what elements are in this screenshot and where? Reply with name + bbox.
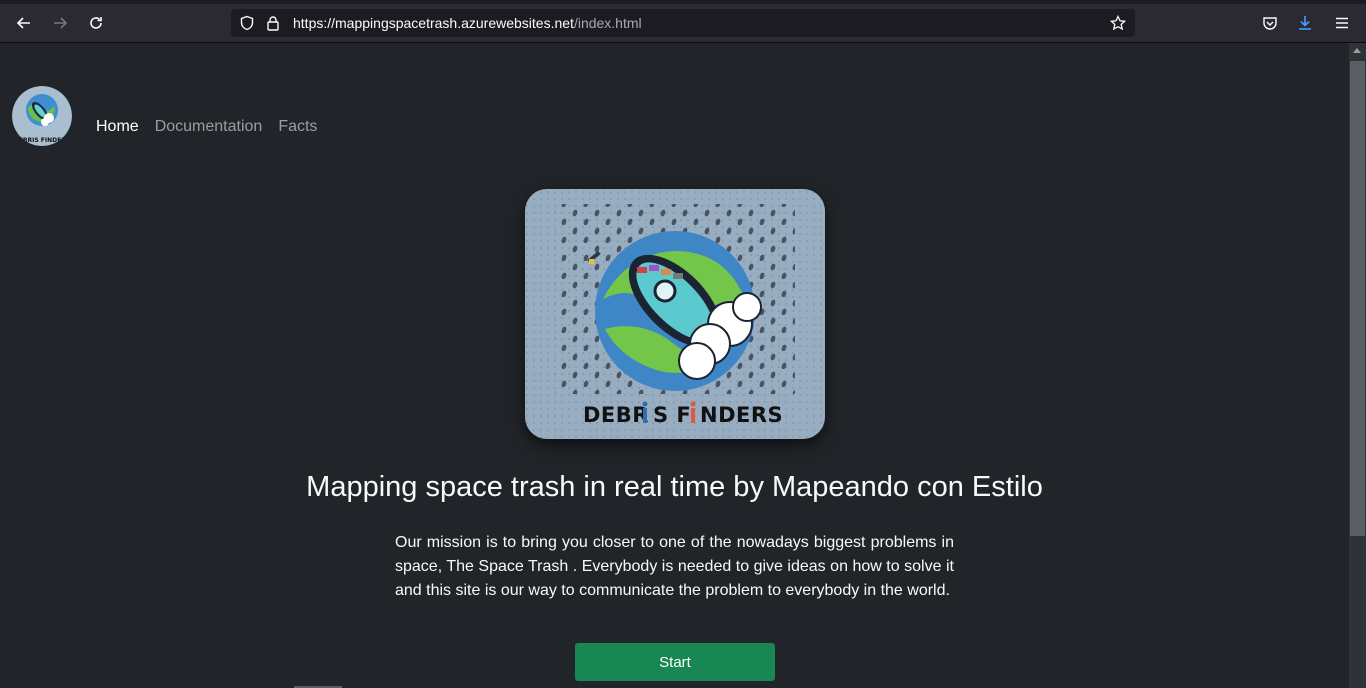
nav-facts[interactable]: Facts [278, 117, 317, 137]
logo-word-mid: S F [653, 403, 691, 427]
svg-text:DEBRIS FINDERS: DEBRIS FINDERS [14, 137, 70, 144]
main-nav: Home Documentation Facts [96, 117, 333, 137]
forward-icon[interactable] [47, 11, 73, 35]
mission-text: Our mission is to bring you closer to on… [395, 534, 954, 599]
page-scrollbar[interactable] [1349, 43, 1366, 688]
url-text[interactable]: https://mappingspacetrash.azurewebsites.… [293, 9, 642, 37]
address-bar[interactable]: https://mappingspacetrash.azurewebsites.… [231, 9, 1135, 37]
hero-title: Mapping space trash in real time by Mape… [306, 471, 1043, 503]
back-icon[interactable] [11, 11, 37, 35]
menu-icon[interactable] [1329, 11, 1355, 35]
shield-icon[interactable] [239, 15, 255, 35]
reload-icon[interactable] [83, 11, 109, 35]
debris-finders-logo: DEBR S F NDERS [525, 189, 825, 439]
logo-word-left: DEBR [583, 403, 649, 427]
brand-logo[interactable]: DEBRIS FINDERS [12, 86, 72, 146]
download-icon[interactable] [1292, 11, 1318, 35]
start-button[interactable]: Start [575, 643, 775, 681]
logo-word-right: NDERS [700, 403, 783, 427]
pocket-icon[interactable] [1257, 11, 1283, 35]
browser-toolbar: https://mappingspacetrash.azurewebsites.… [0, 4, 1366, 43]
star-icon[interactable] [1109, 14, 1127, 35]
page-content: DEBRIS FINDERS Home Documentation Facts [0, 43, 1349, 688]
nav-documentation[interactable]: Documentation [155, 117, 263, 137]
url-host: https://mappingspacetrash.azurewebsites.… [293, 15, 574, 31]
scroll-thumb[interactable] [1350, 61, 1365, 536]
url-path: /index.html [573, 15, 642, 31]
scroll-up-icon[interactable] [1353, 48, 1361, 53]
lock-icon[interactable] [266, 15, 280, 35]
nav-home[interactable]: Home [96, 117, 139, 137]
